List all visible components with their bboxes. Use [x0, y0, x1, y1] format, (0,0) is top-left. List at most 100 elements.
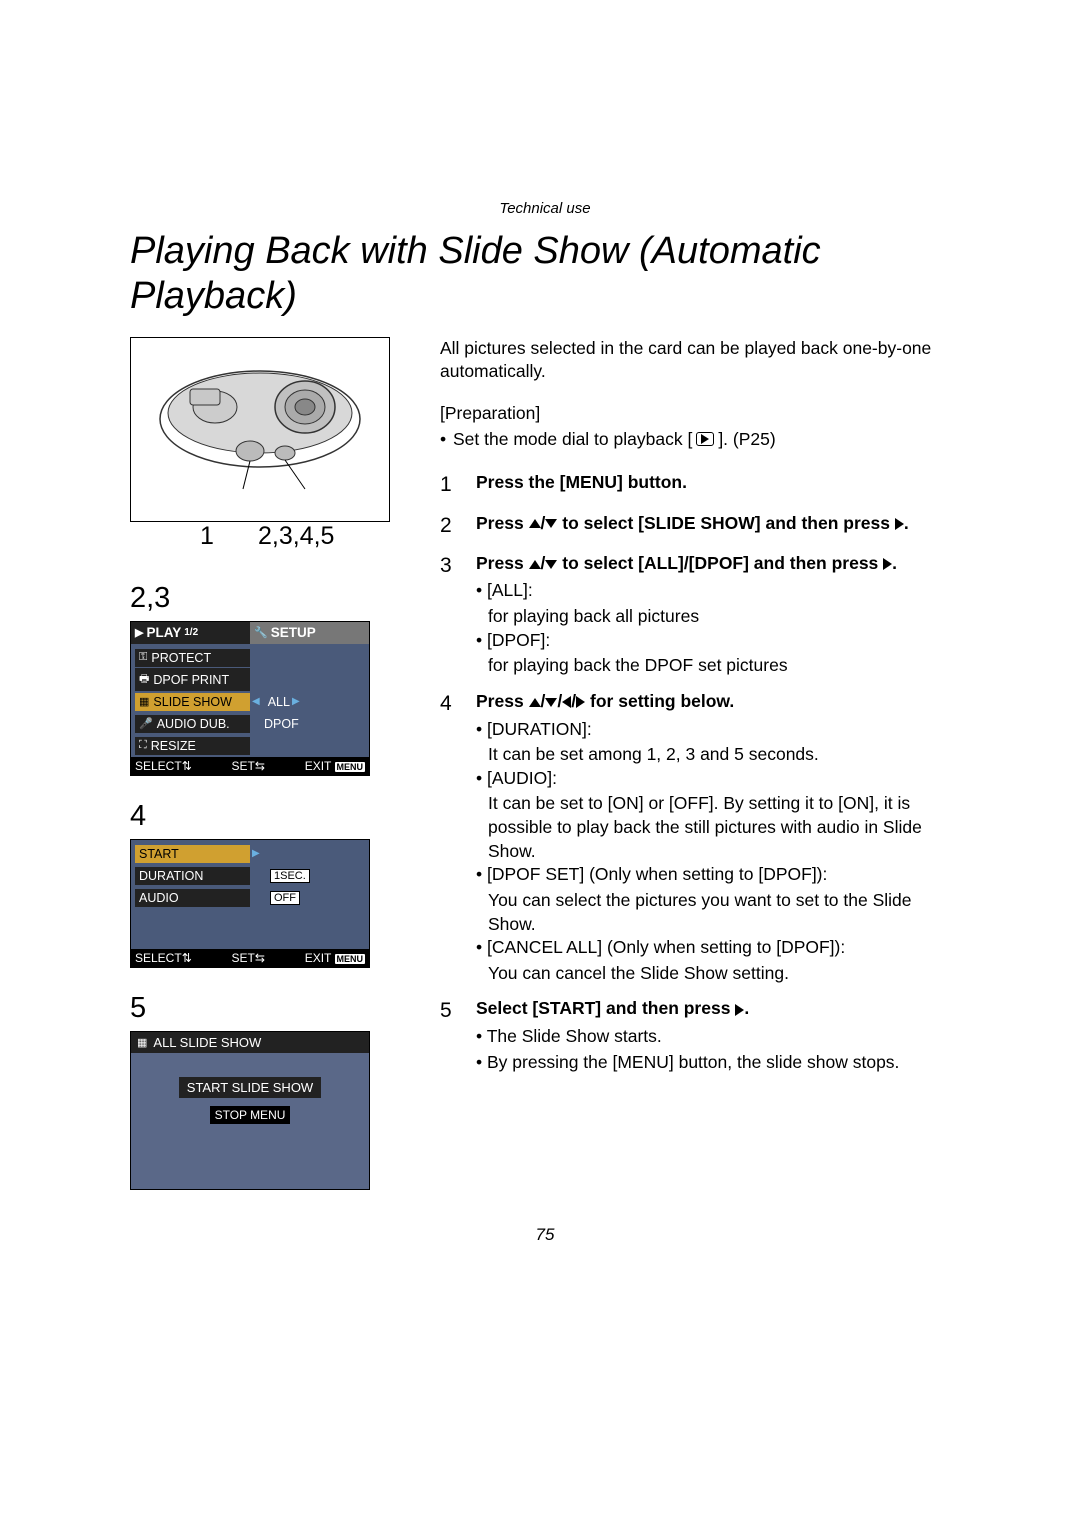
step5-b2: By pressing the [MENU] button, the slide… — [476, 1051, 960, 1075]
up-arrow-icon — [529, 560, 541, 569]
right-arrow-icon — [883, 558, 892, 570]
step4-b2-text: It can be set to [ON] or [OFF]. By setti… — [488, 792, 960, 863]
leftright-icon: ⇆ — [255, 759, 265, 773]
menu-protect: ⚿PROTECT — [135, 649, 250, 667]
step4-b4-text: You can cancel the Slide Show setting. — [488, 962, 960, 986]
menu-badge-5: MENU — [250, 1108, 285, 1122]
step3-head: Press / to select [ALL]/[DPOF] and then … — [476, 552, 960, 576]
intro-text: All pictures selected in the card can be… — [440, 337, 960, 384]
preparation-label: [Preparation] — [440, 402, 960, 426]
page-title: Playing Back with Slide Show (Automatic … — [130, 229, 960, 319]
step-2: 2 Press / to select [SLIDE SHOW] and the… — [440, 512, 960, 540]
step4-b4-label: [CANCEL ALL] (Only when setting to [DPOF… — [476, 936, 960, 960]
screen5-start: START SLIDE SHOW — [179, 1077, 321, 1098]
step4-b1-label: [DURATION]: — [476, 718, 960, 742]
print-icon: 🖶 — [139, 670, 149, 689]
right-column: All pictures selected in the card can be… — [440, 337, 960, 1190]
step3-b2-text: for playing back the DPOF set pictures — [488, 654, 960, 678]
footer-set: SET — [232, 759, 255, 773]
tab-setup-label: SETUP — [271, 625, 316, 640]
step4-b1-text: It can be set among 1, 2, 3 and 5 second… — [488, 743, 960, 767]
step-3: 3 Press / to select [ALL]/[DPOF] and the… — [440, 552, 960, 678]
arrow-right-icon: ▶ — [252, 848, 260, 859]
updown-icon: ⇅ — [182, 951, 192, 965]
step5-b1: The Slide Show starts. — [476, 1025, 960, 1049]
footer-exit: EXIT — [305, 759, 331, 773]
right-arrow-icon — [895, 518, 904, 530]
step5-head: Select [START] and then press . — [476, 997, 960, 1021]
footer-set-4: SET — [232, 951, 255, 965]
menu-audio-dub: 🎤AUDIO DUB. — [135, 715, 250, 733]
step-5: 5 Select [START] and then press . The Sl… — [440, 997, 960, 1076]
menu-audio: AUDIO — [135, 889, 250, 907]
manual-page: Technical use Playing Back with Slide Sh… — [0, 0, 1080, 1305]
section-category: Technical use — [130, 200, 960, 217]
step-1: 1 Press the [MENU] button. — [440, 471, 960, 499]
menu-resize: ⛶RESIZE — [135, 737, 250, 755]
menu-footer-4: SELECT⇅ SET⇆ EXIT MENU — [131, 949, 369, 967]
page-number: 75 — [130, 1225, 960, 1245]
callout-2: 2,3,4,5 — [258, 522, 334, 551]
menu-dpof-print: 🖶DPOF PRINT — [135, 668, 250, 691]
arrow-right-icon: ▶ — [292, 696, 300, 707]
menu-value-audio: OFF — [270, 891, 300, 905]
screen5-header-label: ALL SLIDE SHOW — [153, 1035, 261, 1050]
wrench-icon: 🔧 — [254, 626, 268, 639]
up-arrow-icon — [529, 698, 541, 707]
menu-screen-5: ▦ ALL SLIDE SHOW START SLIDE SHOW STOP M… — [130, 1031, 370, 1190]
step3-b1-text: for playing back all pictures — [488, 605, 960, 629]
play-icon: ▶ — [135, 626, 143, 639]
slideshow-icon: ▦ — [139, 695, 149, 708]
camera-icon — [155, 359, 365, 499]
step2-head: Press / to select [SLIDE SHOW] and then … — [476, 513, 909, 533]
menu-value-duration: 1SEC. — [270, 869, 310, 883]
resize-icon: ⛶ — [139, 739, 147, 752]
camera-illustration — [130, 337, 390, 522]
updown-icon: ⇅ — [182, 759, 192, 773]
mic-icon: 🎤 — [139, 717, 153, 730]
menu-badge-4: MENU — [335, 954, 366, 964]
callout-labels: 1 2,3,4,5 — [130, 524, 410, 554]
playback-mode-icon — [696, 432, 714, 446]
key-icon: ⚿ — [139, 651, 147, 664]
step3-b2-label: [DPOF]: — [476, 629, 960, 653]
down-arrow-icon — [545, 560, 557, 569]
right-arrow-icon — [576, 696, 585, 708]
content-columns: 1 2,3,4,5 2,3 ▶ PLAY 1/2 🔧 SETUP — [130, 337, 960, 1190]
tab-play: ▶ PLAY 1/2 — [131, 622, 250, 644]
menu-slide-show: ▦SLIDE SHOW — [135, 693, 250, 711]
step4-b2-label: [AUDIO]: — [476, 767, 960, 791]
menu-value-dpof: DPOF — [264, 717, 299, 731]
left-column: 1 2,3,4,5 2,3 ▶ PLAY 1/2 🔧 SETUP — [130, 337, 410, 1190]
right-arrow-icon — [735, 1004, 744, 1016]
arrow-left-icon: ◀ — [252, 696, 260, 707]
left-arrow-icon — [562, 696, 571, 708]
screen5-header: ▦ ALL SLIDE SHOW — [131, 1032, 369, 1053]
footer-select-4: SELECT — [135, 951, 182, 965]
step-4: 4 Press /// for setting below. [DURATION… — [440, 690, 960, 986]
screen5-stop: STOP MENU — [210, 1106, 291, 1124]
step4-head: Press /// for setting below. — [476, 690, 960, 714]
step4-b3-text: You can select the pictures you want to … — [488, 889, 960, 936]
leftright-icon: ⇆ — [255, 951, 265, 965]
section-label-23: 2,3 — [130, 582, 410, 615]
section-label-4: 4 — [130, 800, 410, 833]
tab-play-page: 1/2 — [184, 627, 198, 638]
section-label-5: 5 — [130, 992, 410, 1025]
step1-head: Press the [MENU] button. — [476, 472, 687, 492]
step3-b1-label: [ALL]: — [476, 579, 960, 603]
screen5-stop-label: STOP — [215, 1108, 247, 1122]
menu-screen-4: START ▶ DURATION 1SEC. AUDIO OFF SELECT⇅… — [130, 839, 370, 968]
menu-footer: SELECT⇅ SET⇆ EXIT MENU — [131, 757, 369, 775]
up-arrow-icon — [529, 519, 541, 528]
callout-1: 1 — [200, 522, 214, 551]
menu-screen-23: ▶ PLAY 1/2 🔧 SETUP ⚿PROTECT 🖶DPOF PRINT … — [130, 621, 370, 776]
down-arrow-icon — [545, 519, 557, 528]
tab-play-label: PLAY — [146, 625, 181, 640]
tab-setup: 🔧 SETUP — [250, 622, 369, 644]
footer-exit-4: EXIT — [305, 951, 331, 965]
menu-value-all: ALL — [268, 695, 290, 709]
steps-list: 1 Press the [MENU] button. 2 Press / to … — [440, 471, 960, 1076]
menu-duration: DURATION — [135, 867, 250, 885]
step4-b3-label: [DPOF SET] (Only when setting to [DPOF])… — [476, 863, 960, 887]
